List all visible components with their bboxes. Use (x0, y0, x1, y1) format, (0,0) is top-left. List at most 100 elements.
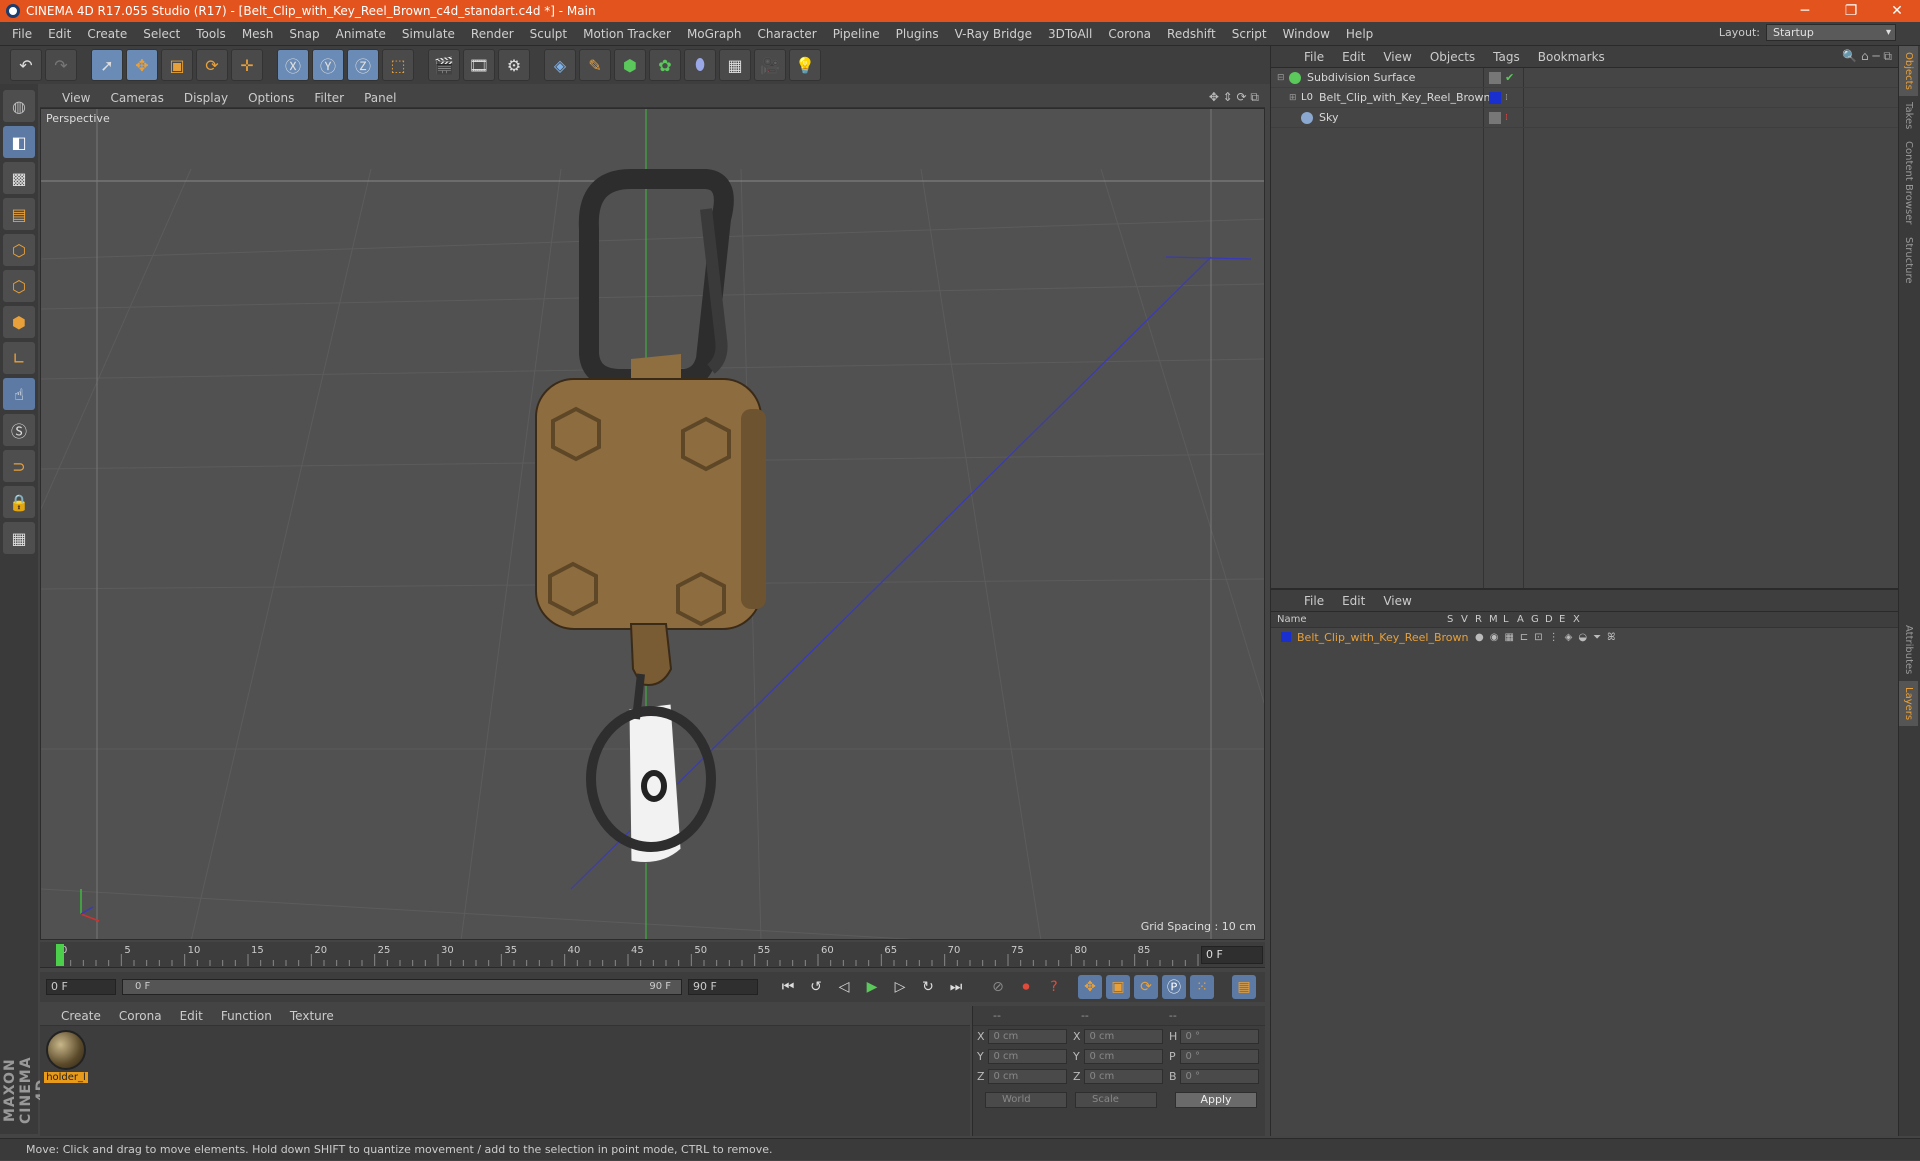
render-view-icon[interactable]: 🎬 (428, 49, 460, 81)
visibility-dots-icon[interactable]: ⁞ (1505, 113, 1508, 123)
floor-icon[interactable]: ▦ (719, 49, 751, 81)
next-key-icon[interactable]: ↻ (916, 975, 940, 999)
viewport-menu-options[interactable]: Options (238, 91, 304, 105)
menu-motion-tracker[interactable]: Motion Tracker (575, 27, 679, 41)
make-editable-icon[interactable]: ◍ (3, 90, 35, 122)
side-tab-attributes[interactable]: Attributes (1899, 619, 1918, 680)
perspective-viewport[interactable]: Perspective Grid Spacing : 10 cm (40, 108, 1265, 940)
polygons-mode-icon[interactable]: ⬢ (3, 306, 35, 338)
prev-frame-icon[interactable]: ◁ (832, 975, 856, 999)
side-tab-layers[interactable]: Layers (1899, 680, 1918, 726)
texture-mode-icon[interactable]: ▩ (3, 162, 35, 194)
frame-range-slider[interactable]: 0 F 90 F (122, 979, 682, 995)
menu-mograph[interactable]: MoGraph (679, 27, 750, 41)
lock-workplane-icon[interactable]: 🔒 (3, 486, 35, 518)
light-icon[interactable]: 💡 (789, 49, 821, 81)
menu-tools[interactable]: Tools (188, 27, 234, 41)
menu-character[interactable]: Character (749, 27, 824, 41)
axis-mode-icon[interactable]: ∟ (3, 342, 35, 374)
enabled-check-icon[interactable]: ✔ (1505, 71, 1514, 84)
viewport-menu-view[interactable]: View (52, 91, 100, 105)
key-rotation-icon[interactable]: ⟳ (1134, 975, 1158, 999)
key-pla-icon[interactable]: ⁙ (1190, 975, 1214, 999)
menu-snap[interactable]: Snap (281, 27, 327, 41)
rotation-b-field[interactable]: 0 ° (1180, 1068, 1259, 1084)
menu-help[interactable]: Help (1338, 27, 1381, 41)
layer-color-icon[interactable] (1281, 632, 1291, 642)
tweak-mode-icon[interactable]: ☝ (3, 378, 35, 410)
workplane-icon[interactable]: ▤ (3, 198, 35, 230)
subdivision-icon[interactable]: ⬢ (614, 49, 646, 81)
visibility-dots-icon[interactable]: ⁞ (1505, 93, 1508, 103)
menu-animate[interactable]: Animate (328, 27, 394, 41)
object-manager-tool-icons[interactable]: 🔍 ⌂ ─ ⧉ (1842, 49, 1892, 64)
menu-3dtoall[interactable]: 3DToAll (1040, 27, 1100, 41)
menu-simulate[interactable]: Simulate (394, 27, 463, 41)
keyframe-icon[interactable]: ⊘ (986, 975, 1010, 999)
edges-mode-icon[interactable]: ⬡ (3, 270, 35, 302)
current-frame-field[interactable]: 0 F (1201, 946, 1263, 964)
deformer-icon[interactable]: ⬮ (684, 49, 716, 81)
go-to-start-icon[interactable]: ⏮ (776, 975, 800, 999)
key-position-icon[interactable]: ✥ (1078, 975, 1102, 999)
close-icon[interactable]: ✕ (1874, 0, 1920, 22)
menu-render[interactable]: Render (463, 27, 522, 41)
points-mode-icon[interactable]: ⬡ (3, 234, 35, 266)
viewport-menu-filter[interactable]: Filter (304, 91, 354, 105)
object-row-sky[interactable]: Sky ⁞ (1271, 108, 1899, 128)
cube-icon[interactable]: ◈ (544, 49, 576, 81)
rotation-h-field[interactable]: 0 ° (1180, 1028, 1259, 1044)
start-frame-field[interactable]: 0 F (46, 979, 116, 995)
menu-plugins[interactable]: Plugins (888, 27, 947, 41)
menu-mesh[interactable]: Mesh (234, 27, 282, 41)
pen-spline-icon[interactable]: ✎ (579, 49, 611, 81)
menu-window[interactable]: Window (1275, 27, 1338, 41)
viewport-menu-display[interactable]: Display (174, 91, 238, 105)
object-row-belt-clip[interactable]: ⊞ L0 Belt_Clip_with_Key_Reel_Brown ⁞ (1271, 88, 1899, 108)
apply-button[interactable]: Apply (1175, 1092, 1257, 1108)
layer-tag-icon[interactable] (1489, 111, 1501, 124)
rotation-p-field[interactable]: 0 ° (1180, 1048, 1259, 1064)
layer-row[interactable]: Belt_Clip_with_Key_Reel_Brown ●◉▦⊏⊡⋮◈◒⏷ꕤ (1271, 628, 1899, 646)
transform-tool-icon[interactable]: ✛ (231, 49, 263, 81)
coordinate-system-icon[interactable]: ⬚ (382, 49, 414, 81)
size-y-field[interactable]: 0 cm (1084, 1048, 1163, 1064)
menu-script[interactable]: Script (1224, 27, 1275, 41)
material-menu-texture[interactable]: Texture (281, 1009, 343, 1023)
y-axis-icon[interactable]: Ⓨ (312, 49, 344, 81)
menu-v-ray-bridge[interactable]: V-Ray Bridge (947, 27, 1040, 41)
size-z-field[interactable]: 0 cm (1084, 1068, 1163, 1084)
render-settings-icon[interactable]: ⚙ (498, 49, 530, 81)
minimize-icon[interactable]: ─ (1782, 0, 1828, 22)
material-menu-create[interactable]: Create (52, 1009, 110, 1023)
auto-key-icon[interactable]: ? (1042, 975, 1066, 999)
timeline[interactable]: 051015202530354045505560657075808590 0 F (40, 942, 1265, 968)
layer-menu-file[interactable]: File (1295, 594, 1333, 608)
menu-redshift[interactable]: Redshift (1159, 27, 1224, 41)
side-tab-objects[interactable]: Objects (1899, 46, 1918, 96)
viewport-nav-icons[interactable]: ✥ ⇕ ⟳ ⧉ (1209, 90, 1259, 105)
material-menu-function[interactable]: Function (212, 1009, 281, 1023)
viewport-menu-panel[interactable]: Panel (354, 91, 406, 105)
material-swatch[interactable]: holder_l (44, 1030, 88, 1083)
side-tab-structure[interactable]: Structure (1899, 231, 1918, 290)
position-z-field[interactable]: 0 cm (988, 1068, 1067, 1084)
coordinate-space-dropdown[interactable]: World (985, 1092, 1067, 1108)
layer-tag-icon[interactable] (1489, 71, 1501, 84)
play-icon[interactable]: ▶ (860, 975, 884, 999)
undo-icon[interactable]: ↶ (10, 49, 42, 81)
go-to-end-icon[interactable]: ⏭ (944, 975, 968, 999)
object-row-subdivision[interactable]: ⊟ Subdivision Surface ✔ (1271, 68, 1899, 88)
playhead[interactable] (56, 944, 64, 966)
size-mode-dropdown[interactable]: Scale (1075, 1092, 1157, 1108)
layout-dropdown[interactable]: Startup (1766, 24, 1896, 41)
cloner-icon[interactable]: ✿ (649, 49, 681, 81)
scale-tool-icon[interactable]: ▣ (161, 49, 193, 81)
key-scale-icon[interactable]: ▣ (1106, 975, 1130, 999)
menu-pipeline[interactable]: Pipeline (825, 27, 888, 41)
record-icon[interactable]: ⏺ (1014, 975, 1038, 999)
material-menu-edit[interactable]: Edit (171, 1009, 212, 1023)
menu-create[interactable]: Create (79, 27, 135, 41)
model-mode-icon[interactable]: ◧ (3, 126, 35, 158)
layer-color-icon[interactable] (1489, 91, 1501, 104)
